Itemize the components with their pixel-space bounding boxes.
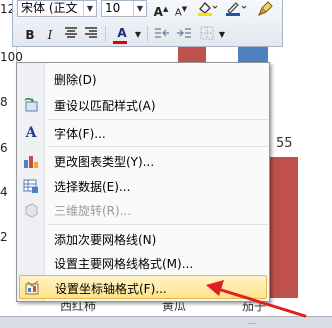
bold-button[interactable]: B [23, 26, 37, 44]
borders-icon [200, 26, 214, 40]
menu-item-reset-style[interactable]: 重设以匹配样式(A) [19, 93, 267, 117]
bar-red[interactable] [270, 157, 298, 298]
font-name-field[interactable]: 宋体 (正文 ▼ [17, 0, 97, 17]
font-icon: A [25, 125, 37, 141]
increase-decimal-button[interactable] [175, 26, 193, 44]
menu-item-label: 重设以匹配样式(A) [54, 99, 156, 113]
menu-item-change-chart-type[interactable]: 更改图表类型(Y)... [19, 149, 267, 173]
decrease-decimal-icon [155, 28, 169, 38]
reset-style-icon [23, 97, 39, 113]
mini-toolbar: 宋体 (正文 ▼ 10 ▼ A▲ A▼ B I A ▼ ▼ [12, 0, 283, 47]
status-bar: ⋯ [0, 316, 332, 328]
menu-item-add-minor-gridlines[interactable]: 添加次要网格线(N) [19, 227, 267, 251]
toolbar-separator [147, 26, 148, 42]
align-right-button[interactable] [83, 26, 99, 44]
font-size-field[interactable]: 10 ▼ [101, 0, 147, 17]
line-color-button[interactable] [223, 0, 249, 18]
font-color-swatch [113, 41, 127, 44]
data-label: 55 [276, 136, 293, 151]
menu-item-label: 删除(D) [54, 73, 97, 87]
font-size-value: 10 [105, 1, 121, 15]
menu-item-label: 设置主要网格线格式(M)... [54, 257, 194, 271]
menu-separator [48, 119, 268, 120]
decrease-decimal-button[interactable] [153, 26, 171, 44]
borders-button[interactable] [199, 26, 215, 44]
menu-separator [48, 146, 268, 147]
toolbar-separator [105, 26, 106, 42]
shrink-font-button[interactable]: A▼ [173, 0, 189, 18]
rotation-3d-icon [23, 202, 39, 218]
font-color-icon: A [117, 26, 127, 40]
menu-item-format-major-gridlines[interactable]: 设置主要网格线格式(M)... [19, 251, 267, 275]
brush-icon [258, 1, 273, 16]
menu-item-font[interactable]: A 字体(F)... [19, 121, 267, 145]
menu-item-label: 字体(F)... [54, 127, 106, 141]
select-data-icon [23, 178, 39, 194]
font-name-value: 宋体 (正文 [21, 1, 78, 15]
format-axis-icon [24, 280, 40, 296]
menu-item-label: 选择数据(E)... [54, 180, 131, 194]
chevron-down-icon[interactable]: ▼ [83, 1, 96, 16]
menu-item-label: 设置坐标轴格式(F)... [55, 282, 167, 296]
shrink-font-icon: A [174, 7, 182, 19]
chevron-down-icon[interactable]: ▼ [133, 1, 146, 16]
chevron-down-icon[interactable]: ▼ [133, 26, 143, 44]
fill-color-button[interactable] [195, 0, 219, 18]
format-painter-button[interactable] [257, 0, 275, 18]
menu-item-label: 三维旋转(R)... [54, 204, 132, 218]
menu-item-format-axis[interactable]: 设置坐标轴格式(F)... [19, 275, 267, 299]
context-menu: 删除(D) 重设以匹配样式(A) A 字体(F)... 更改图表类型(Y)... [16, 62, 270, 302]
menu-item-3d-rotation[interactable]: 三维旋转(R)... [19, 198, 267, 222]
chevron-down-icon[interactable]: ▼ [217, 26, 227, 44]
menu-item-delete[interactable]: 删除(D) [19, 67, 267, 91]
menu-item-label: 更改图表类型(Y)... [54, 155, 155, 169]
align-right-icon [85, 27, 97, 38]
pen-icon [226, 2, 247, 16]
chart-type-icon [23, 153, 39, 169]
font-color-button[interactable]: A [111, 24, 133, 44]
grow-font-icon: A [153, 5, 163, 19]
paint-bucket-icon [198, 2, 218, 16]
italic-button[interactable]: I [43, 26, 57, 44]
menu-item-label: 添加次要网格线(N) [54, 233, 157, 247]
grow-font-button[interactable]: A▲ [153, 0, 169, 19]
increase-decimal-icon [177, 28, 191, 38]
align-center-button[interactable] [63, 26, 79, 44]
align-center-icon [65, 27, 77, 38]
menu-separator [48, 224, 268, 225]
menu-item-select-data[interactable]: 选择数据(E)... [19, 174, 267, 198]
